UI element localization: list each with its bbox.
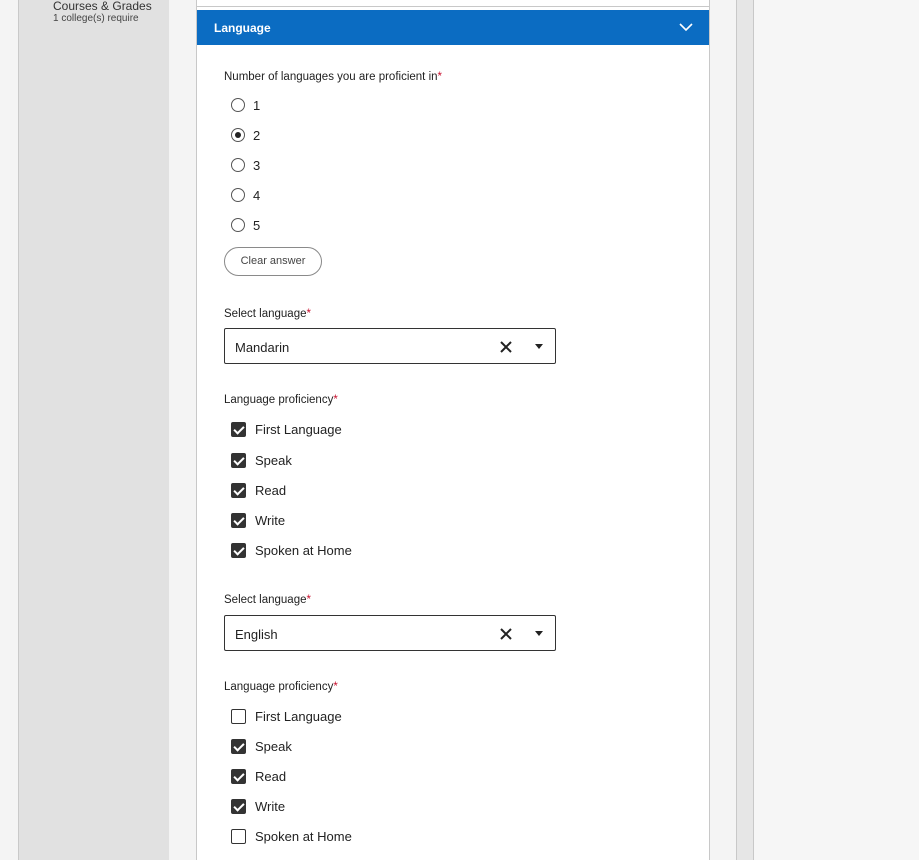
required-asterisk: * bbox=[306, 594, 311, 606]
radio-button[interactable] bbox=[231, 188, 245, 202]
radio-button[interactable] bbox=[231, 158, 245, 172]
checkbox[interactable] bbox=[231, 482, 246, 498]
radio-button[interactable] bbox=[231, 128, 245, 142]
radio-option-2[interactable]: 2 bbox=[231, 126, 260, 144]
checkbox-spoken-at-home[interactable]: Spoken at Home bbox=[231, 827, 352, 845]
required-asterisk: * bbox=[333, 394, 338, 406]
checkbox[interactable] bbox=[231, 708, 246, 724]
radio-button[interactable] bbox=[231, 98, 245, 112]
checkbox[interactable] bbox=[231, 542, 246, 558]
radio-option-3[interactable]: 3 bbox=[231, 156, 260, 174]
chevron-down-icon[interactable] bbox=[679, 20, 693, 39]
sidebar-item-title: Courses & Grades bbox=[53, 0, 152, 13]
select-language-label: Select language* bbox=[224, 308, 311, 320]
checkbox-first-language[interactable]: First Language bbox=[231, 707, 342, 725]
select-language-label: Select language* bbox=[224, 594, 311, 606]
checkbox-label: Speak bbox=[255, 452, 292, 468]
radio-option-5[interactable]: 5 bbox=[231, 216, 260, 234]
right-margin bbox=[754, 0, 919, 860]
checkbox[interactable] bbox=[231, 738, 246, 754]
language-proficiency-label: Language proficiency* bbox=[224, 681, 338, 693]
divider bbox=[197, 6, 709, 7]
language-section-card: Language Number of languages you are pro… bbox=[196, 0, 710, 860]
checkbox[interactable] bbox=[231, 768, 246, 784]
caret-down-icon[interactable] bbox=[535, 631, 543, 636]
select-value: Mandarin bbox=[235, 340, 290, 355]
checkbox-write[interactable]: Write bbox=[231, 797, 285, 815]
checkbox-speak[interactable]: Speak bbox=[231, 737, 292, 755]
checkbox-read[interactable]: Read bbox=[231, 767, 286, 785]
radio-label: 2 bbox=[253, 127, 261, 143]
required-asterisk: * bbox=[306, 308, 311, 320]
checkbox-label: Read bbox=[255, 768, 287, 784]
checkbox-label: Read bbox=[255, 482, 287, 498]
checkbox-label: Speak bbox=[255, 738, 292, 754]
clear-answer-button[interactable]: Clear answer bbox=[224, 247, 322, 276]
radio-label: 4 bbox=[253, 187, 261, 203]
checkbox-spoken-at-home[interactable]: Spoken at Home bbox=[231, 541, 352, 559]
required-asterisk: * bbox=[437, 71, 442, 83]
radio-label: 1 bbox=[253, 97, 261, 113]
checkbox-label: Write bbox=[255, 512, 286, 528]
caret-down-icon[interactable] bbox=[535, 344, 543, 349]
language-proficiency-label: Language proficiency* bbox=[224, 394, 338, 406]
left-edge bbox=[0, 0, 19, 860]
checkbox-label: First Language bbox=[255, 421, 342, 437]
radio-label: 3 bbox=[253, 157, 261, 173]
sidebar-item-subtitle: 1 college(s) require bbox=[53, 13, 139, 24]
radio-label: 5 bbox=[253, 217, 261, 233]
right-scroll-panel bbox=[736, 0, 754, 860]
checkbox-speak[interactable]: Speak bbox=[231, 451, 292, 469]
section-title: Language bbox=[214, 21, 271, 35]
checkbox-label: First Language bbox=[255, 708, 342, 724]
close-icon[interactable] bbox=[500, 627, 512, 640]
close-icon[interactable] bbox=[500, 340, 512, 353]
radio-button[interactable] bbox=[231, 218, 245, 232]
checkbox[interactable] bbox=[231, 452, 246, 468]
select-value: English bbox=[235, 627, 278, 642]
language-section-header[interactable]: Language bbox=[197, 10, 709, 45]
checkbox-read[interactable]: Read bbox=[231, 481, 286, 499]
language-select-1[interactable]: Mandarin bbox=[224, 328, 556, 364]
language-select-2[interactable]: English bbox=[224, 615, 556, 651]
radio-option-1[interactable]: 1 bbox=[231, 96, 260, 114]
radio-option-4[interactable]: 4 bbox=[231, 186, 260, 204]
checkbox-first-language[interactable]: First Language bbox=[231, 420, 342, 438]
checkbox-label: Spoken at Home bbox=[255, 828, 352, 844]
checkbox-label: Write bbox=[255, 798, 286, 814]
num-languages-label: Number of languages you are proficient i… bbox=[224, 71, 442, 83]
checkbox-write[interactable]: Write bbox=[231, 511, 285, 529]
sidebar: Courses & Grades 1 college(s) require bbox=[19, 0, 169, 860]
required-asterisk: * bbox=[333, 681, 338, 693]
checkbox-label: Spoken at Home bbox=[255, 542, 352, 558]
checkbox[interactable] bbox=[231, 421, 246, 437]
checkbox[interactable] bbox=[231, 512, 246, 528]
checkbox[interactable] bbox=[231, 798, 246, 814]
checkbox[interactable] bbox=[231, 828, 246, 844]
